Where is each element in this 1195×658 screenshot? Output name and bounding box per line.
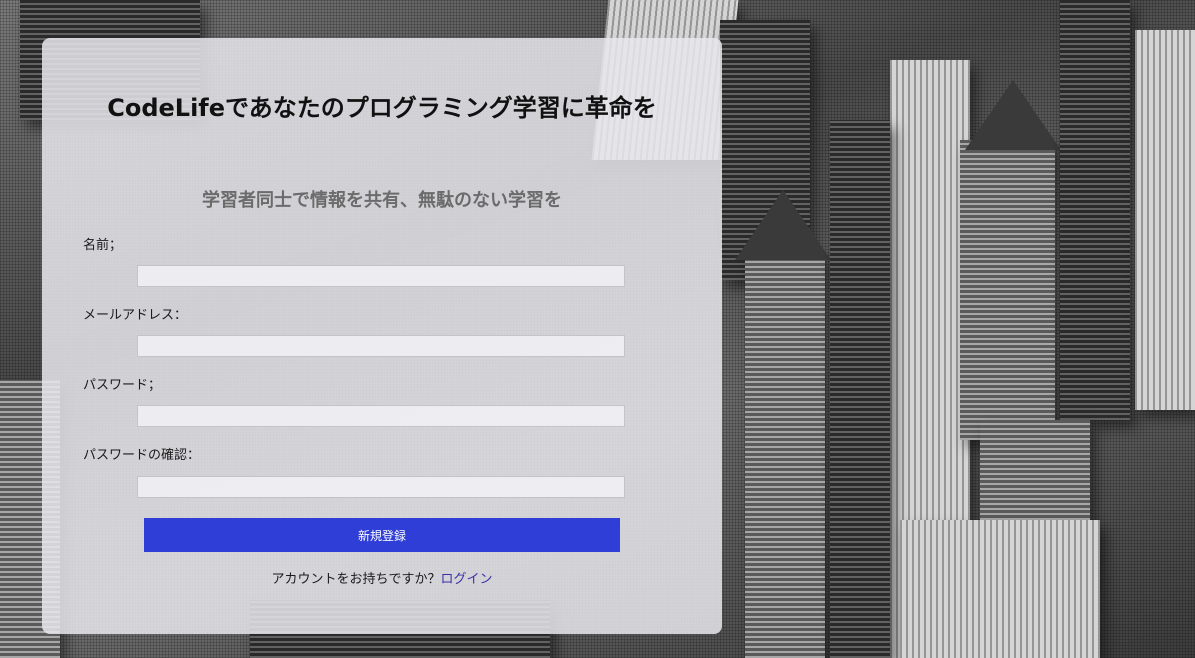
page-subtitle: 学習者同士で情報を共有、無駄のない学習を	[202, 190, 562, 211]
login-prompt-text: アカウントをお持ちですか？	[271, 572, 441, 587]
password-label: パスワード；	[83, 378, 162, 393]
page-title: CodeLifeであなたのプログラミング学習に革命を	[107, 94, 657, 122]
email-input[interactable]	[137, 335, 625, 357]
password-confirm-input[interactable]	[137, 476, 625, 498]
password-confirm-label: パスワードの確認：	[83, 448, 201, 463]
name-label: 名前；	[83, 238, 123, 253]
signup-card: CodeLifeであなたのプログラミング学習に革命を 学習者同士で情報を共有、無…	[42, 38, 722, 634]
name-input[interactable]	[137, 265, 625, 287]
login-link[interactable]: ログイン	[441, 572, 493, 587]
login-prompt: アカウントをお持ちですか？ログイン	[82, 568, 682, 587]
email-label: メールアドレス：	[83, 308, 188, 323]
password-input[interactable]	[137, 405, 625, 427]
signup-button[interactable]: 新規登録	[144, 518, 620, 552]
